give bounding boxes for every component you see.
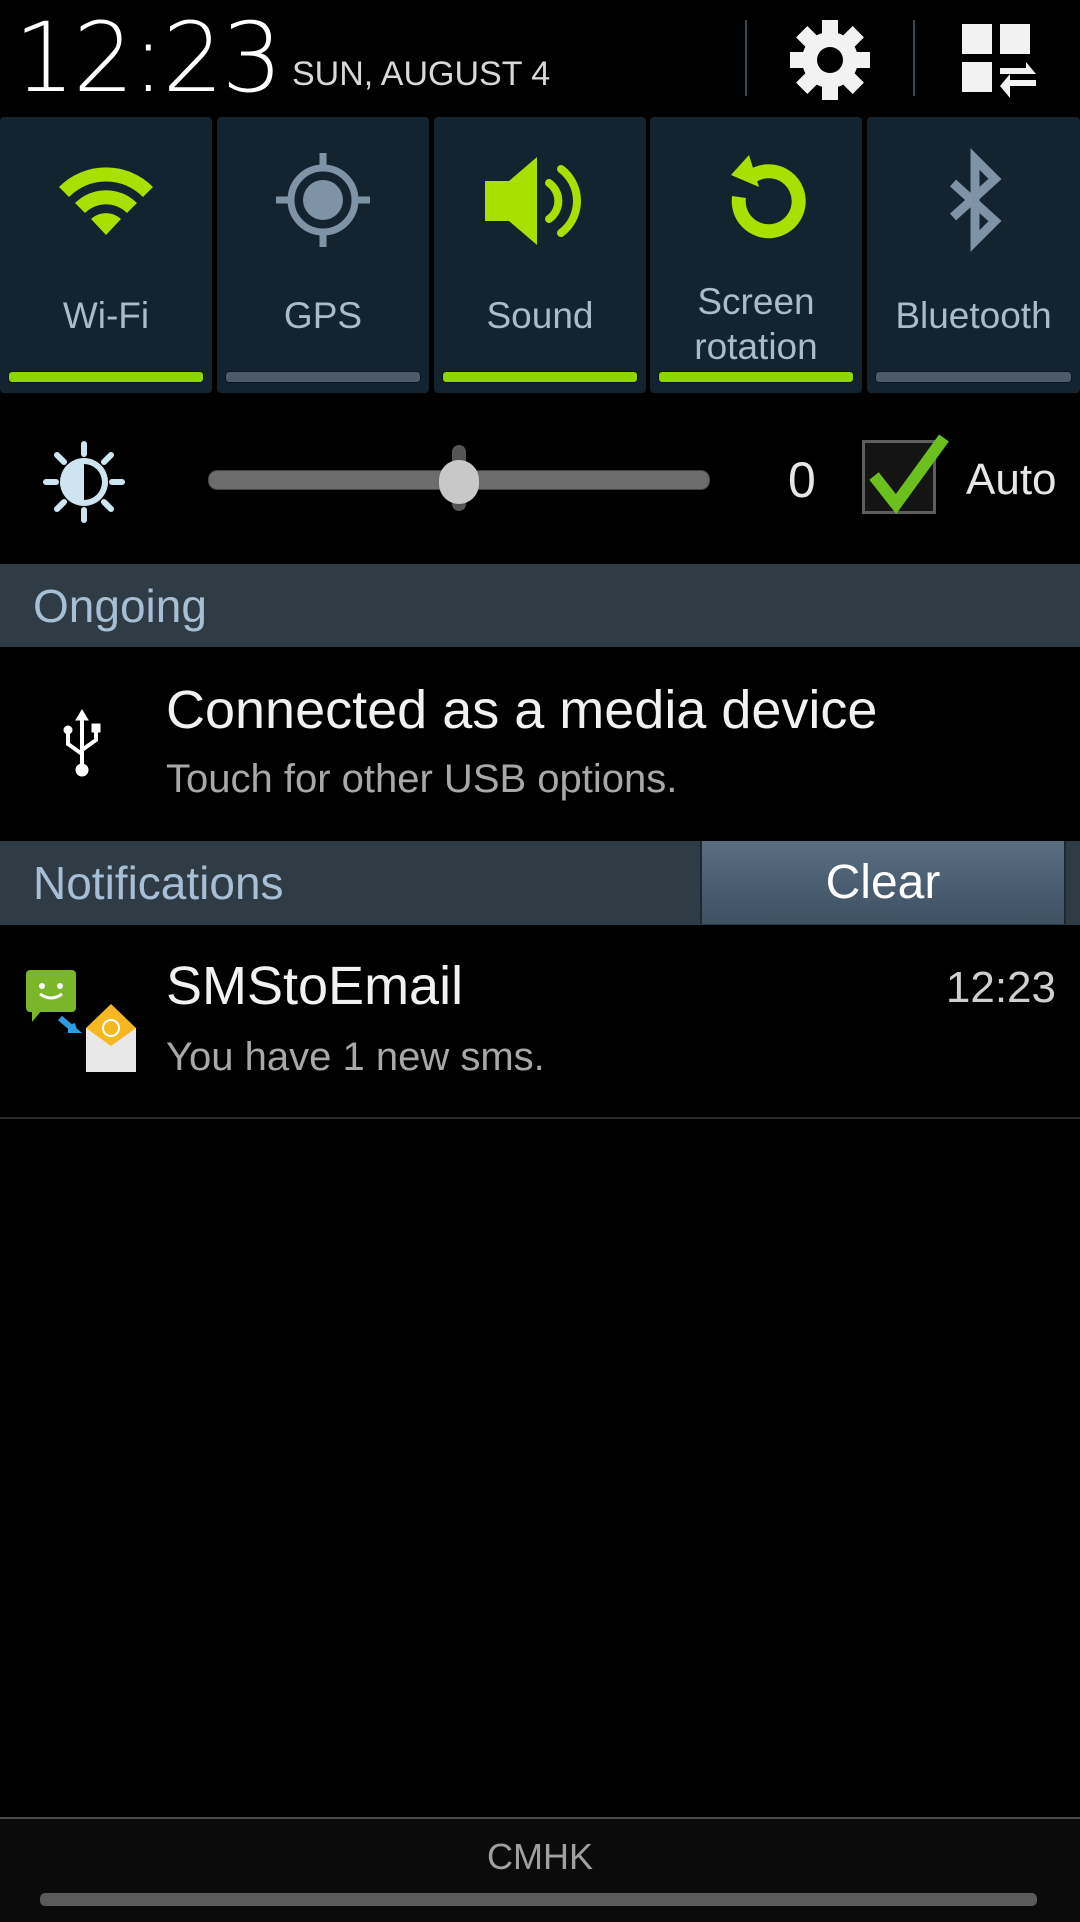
usb-notification-subtitle: Touch for other USB options. [166,757,678,801]
ongoing-header: Ongoing [0,564,1080,647]
notification-divider [0,1117,1080,1119]
usb-notification[interactable] [0,647,1080,841]
header-divider [745,20,747,96]
tile-label-line1: Screen [697,281,815,322]
brightness-slider-thumb[interactable] [439,460,479,504]
tile-label: Screen rotation [650,279,862,369]
bluetooth-icon [949,148,1002,252]
tile-label-line2: rotation [694,326,818,367]
quick-settings-grid-icon [962,24,1036,98]
brightness-value: 0 [788,452,816,508]
tile-status-bar [443,372,637,382]
header-divider [913,20,915,96]
tile-label: Wi-Fi [62,295,150,336]
auto-brightness-label: Auto [966,455,1057,504]
tile-label: Sound [486,295,594,336]
drag-handle[interactable] [40,1893,1037,1906]
clock-time: 12:23 [14,2,283,114]
tile-bluetooth[interactable]: Bluetooth [867,117,1080,393]
sms-to-email-icon [26,970,136,1072]
tile-label: GPS [283,295,363,336]
sms-notification-subtitle: You have 1 new sms. [166,1035,545,1079]
clear-button[interactable]: Clear [700,841,1066,924]
rotation-icon [731,155,806,239]
tile-status-bar [9,372,203,382]
tile-label: Bluetooth [895,295,1052,336]
tile-wifi[interactable]: Wi-Fi [0,117,212,393]
tile-status-bar [226,372,420,382]
tile-status-bar [659,372,853,382]
tile-gps[interactable]: GPS [217,117,429,393]
sms-notification-title: SMStoEmail [166,956,464,1016]
tile-sound[interactable]: Sound [434,117,646,393]
checkmark-icon [869,434,949,514]
settings-button[interactable] [786,18,874,102]
gps-icon [276,153,370,247]
tile-status-bar [876,372,1071,382]
gear-icon [790,20,870,100]
wifi-icon [59,167,153,235]
usb-notification-title: Connected as a media device [166,680,878,740]
ongoing-header-title: Ongoing [33,580,207,632]
carrier-label: CMHK [487,1836,593,1877]
sms-notification-time: 12:23 [945,963,1056,1012]
sms-notification[interactable] [0,925,1080,1117]
quick-settings-edit-button[interactable] [960,22,1040,102]
tile-screen-rotation[interactable]: Screen rotation [650,117,862,393]
sound-icon [485,157,581,245]
brightness-icon [43,441,125,523]
notifications-header-title: Notifications [33,857,284,909]
usb-icon [63,709,101,777]
notifications-header: Notifications Clear [0,841,1080,925]
date-label: SUN, AUGUST 4 [292,55,551,93]
